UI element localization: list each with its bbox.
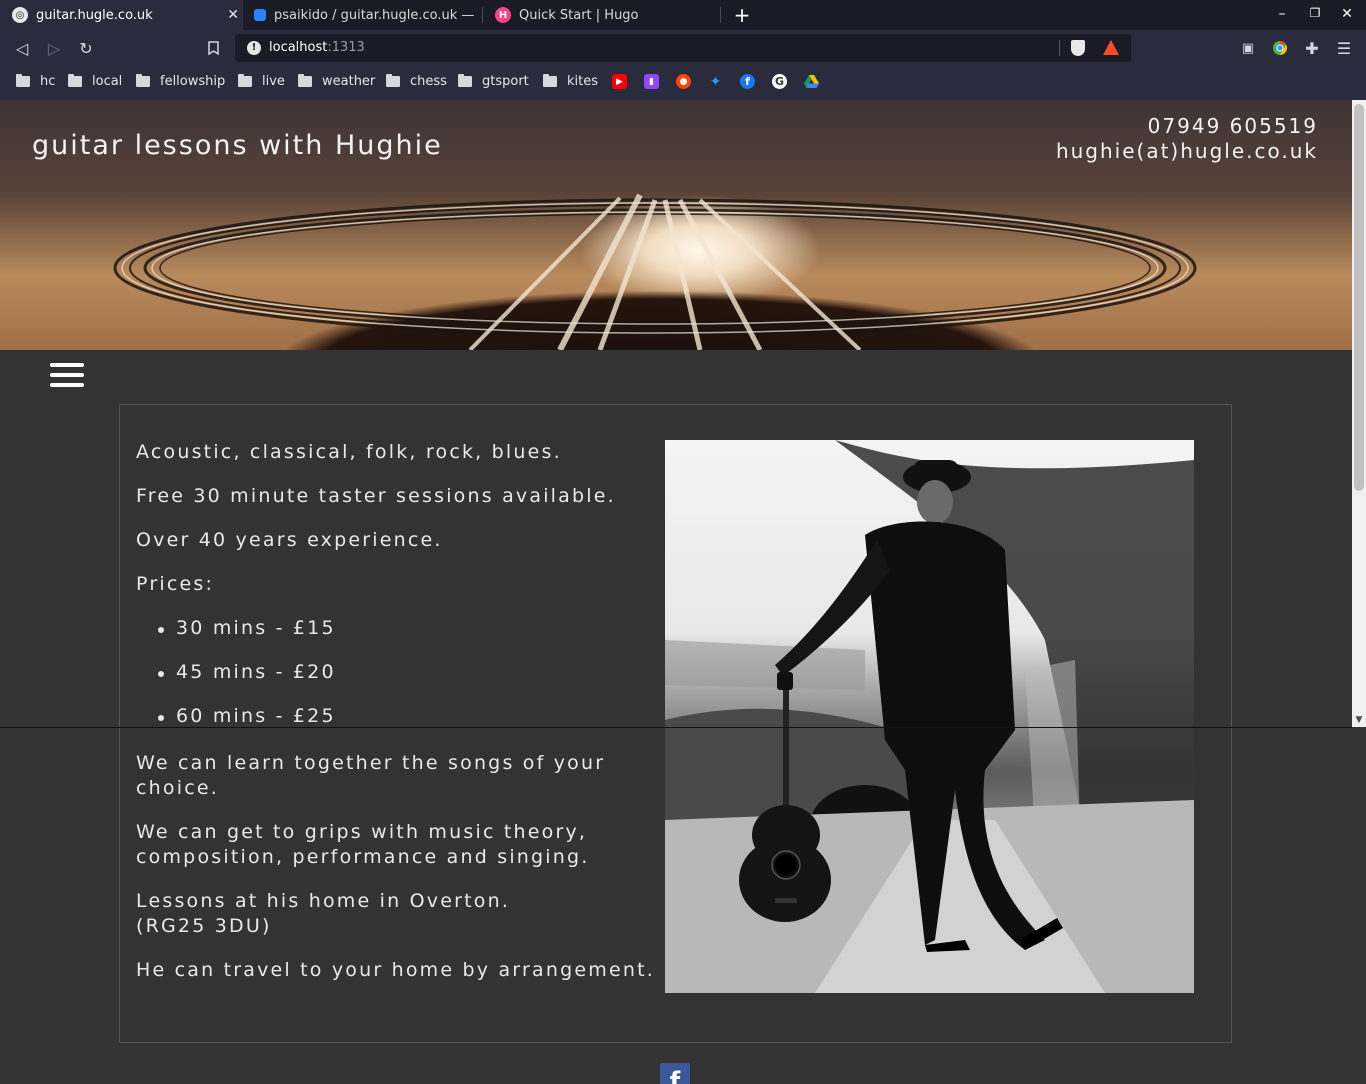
youtube-icon[interactable]: ▶: [612, 74, 627, 89]
url-divider: [1059, 40, 1060, 56]
forward-icon[interactable]: ▷: [44, 38, 64, 58]
hamburger-menu-icon[interactable]: [50, 363, 84, 387]
site-title: guitar lessons with Hughie: [32, 130, 443, 161]
tab-guitar-hugle[interactable]: ◎ guitar.hugle.co.uk ✕: [0, 0, 243, 30]
tab-divider: [720, 7, 721, 23]
reload-icon[interactable]: ↻: [76, 38, 96, 58]
bookmark-folder-hc[interactable]: hc: [16, 74, 55, 89]
viewport-divider: [0, 727, 1352, 728]
facebook-icon[interactable]: f: [740, 74, 755, 89]
twitch-icon[interactable]: ▮: [644, 74, 659, 89]
bookmark-label: weather: [322, 74, 376, 89]
contact-info: 07949 605519 hughie(at)hugle.co.uk: [1056, 114, 1318, 164]
folder-icon: [543, 74, 557, 87]
folder-icon: [136, 74, 150, 87]
menu-bar: [50, 383, 84, 387]
price-item: 30 mins - £15: [156, 616, 656, 641]
bookmark-folder-gtsport[interactable]: gtsport: [458, 74, 529, 89]
facebook-glyph: f: [669, 1067, 681, 1084]
bookmark-label: fellowship: [160, 74, 226, 89]
window-close-icon[interactable]: ✕: [1339, 6, 1355, 22]
lesson-description: Acoustic, classical, folk, rock, blues. …: [136, 440, 656, 1002]
chrome-extension-icon[interactable]: [1270, 38, 1290, 58]
g-icon[interactable]: G: [772, 74, 787, 89]
bookmark-folder-weather[interactable]: weather: [298, 74, 375, 89]
menu-bar: [50, 363, 84, 367]
bookmark-label: kites: [567, 74, 599, 89]
back-icon[interactable]: ◁: [12, 38, 32, 58]
tab-title: Quick Start | Hugo: [519, 7, 639, 23]
new-tab-icon[interactable]: +: [733, 3, 751, 27]
header-banner: guitar lessons with Hughie 07949 605519 …: [0, 100, 1352, 350]
bitbucket-icon: [254, 9, 266, 21]
bookmark-label: gtsport: [482, 74, 529, 89]
travel-text: He can travel to your home by arrangemen…: [136, 959, 655, 981]
scroll-down-icon[interactable]: ▼: [1352, 713, 1366, 727]
folder-icon: [298, 74, 312, 87]
prices-heading: Prices:: [136, 573, 215, 595]
tab-strip: ◎ guitar.hugle.co.uk ✕ psaikido / guitar…: [0, 0, 1366, 30]
folder-icon: [458, 74, 472, 87]
menu-bar: [50, 373, 84, 377]
folder-icon: [386, 74, 400, 87]
experience-text: Over 40 years experience.: [136, 529, 443, 551]
close-tab-icon[interactable]: ✕: [227, 7, 239, 23]
extensions-icon[interactable]: ✚: [1302, 38, 1322, 58]
bookmark-label: chess: [410, 74, 447, 89]
theory-text: We can get to grips with music theory, c…: [136, 821, 590, 868]
bookmark-folder-kites[interactable]: kites: [543, 74, 598, 89]
reddit-icon[interactable]: ●: [676, 74, 691, 89]
menu-icon[interactable]: ☰: [1334, 38, 1354, 58]
guitarist-photo: [665, 440, 1194, 993]
minimize-icon[interactable]: –: [1274, 6, 1290, 22]
site-info-icon[interactable]: !: [247, 41, 261, 55]
bookmark-folder-live[interactable]: live: [238, 74, 285, 89]
facebook-link-icon[interactable]: f: [660, 1063, 690, 1084]
bookmark-label: live: [262, 74, 285, 89]
url-text: localhost:1313: [269, 40, 365, 55]
brave-shield-icon[interactable]: [1071, 40, 1085, 56]
content-card: Acoustic, classical, folk, rock, blues. …: [119, 404, 1232, 1043]
twitter-icon[interactable]: ✦: [708, 74, 723, 90]
bookmark-folder-chess[interactable]: chess: [386, 74, 447, 89]
google-drive-icon[interactable]: [804, 74, 819, 89]
price-item: 45 mins - £20: [156, 660, 656, 685]
price-list: 30 mins - £15 45 mins - £20 60 mins - £2…: [156, 616, 656, 729]
phone-number: 07949 605519: [1147, 114, 1318, 138]
page-viewport: guitar lessons with Hughie 07949 605519 …: [0, 100, 1352, 1084]
address-bar[interactable]: ! localhost:1313: [235, 34, 1131, 62]
folder-icon: [68, 74, 82, 87]
bookmark-icon[interactable]: [203, 38, 223, 58]
location-line: Lessons at his home in Overton.: [136, 890, 511, 912]
scrollbar-thumb[interactable]: [1354, 104, 1364, 491]
bookmark-folder-local[interactable]: local: [68, 74, 122, 89]
styles-text: Acoustic, classical, folk, rock, blues.: [136, 441, 562, 463]
tab-title: guitar.hugle.co.uk: [36, 7, 153, 23]
postcode: (RG25 3DU): [136, 915, 272, 937]
location-text: Lessons at his home in Overton. (RG25 3DU…: [136, 889, 656, 939]
email-address: hughie(at)hugle.co.uk: [1055, 139, 1318, 163]
taster-text: Free 30 minute taster sessions available…: [136, 485, 616, 507]
bookmarks-bar: hc local fellowship live weather chess g…: [0, 66, 1366, 100]
price-item: 60 mins - £25: [156, 704, 656, 729]
bookmark-folder-fellowship[interactable]: fellowship: [136, 74, 225, 89]
tab-bitbucket[interactable]: psaikido / guitar.hugle.co.uk — Bit: [244, 0, 481, 30]
restore-icon[interactable]: ❐: [1307, 6, 1323, 20]
bookmark-label: local: [92, 74, 123, 89]
songs-text: We can learn together the songs of your …: [136, 752, 606, 799]
bookmark-label: hc: [40, 74, 56, 89]
folder-icon: [238, 74, 252, 87]
navigation-toolbar: ◁ ▷ ↻ ! localhost:1313 ▣ ✚ ☰: [0, 30, 1366, 66]
url-port: :1313: [327, 40, 365, 55]
site-icon: ◎: [12, 7, 28, 23]
brave-rewards-icon[interactable]: [1103, 40, 1119, 55]
wallet-icon[interactable]: ▣: [1238, 38, 1258, 58]
tab-title: psaikido / guitar.hugle.co.uk — Bit: [274, 7, 474, 23]
hugo-icon: H: [495, 7, 511, 23]
folder-icon: [16, 74, 30, 87]
tab-hugo[interactable]: H Quick Start | Hugo: [483, 0, 720, 30]
url-host: localhost: [269, 40, 328, 55]
